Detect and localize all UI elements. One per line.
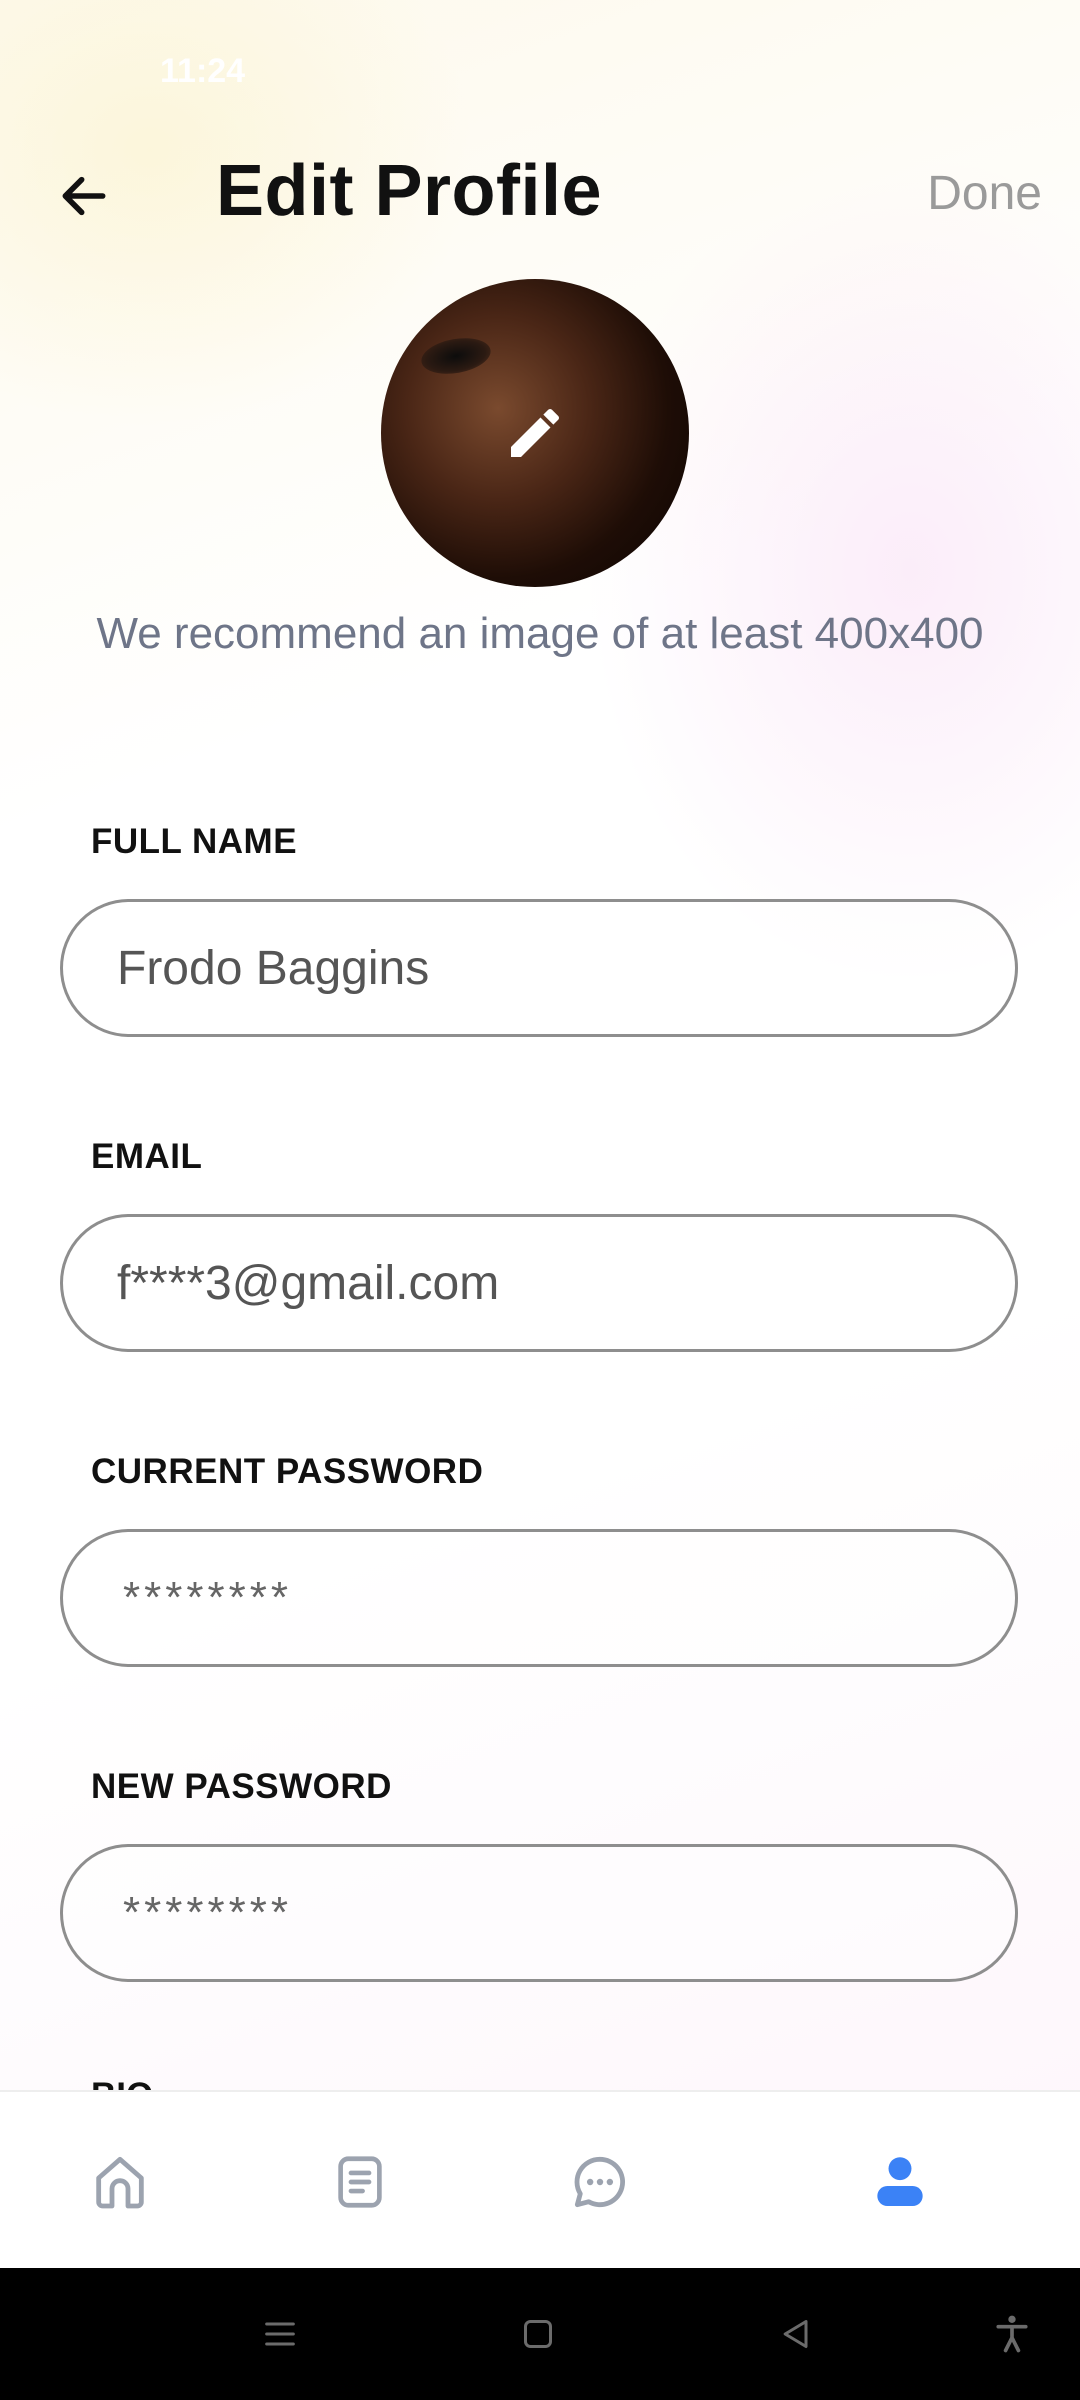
avatar[interactable] xyxy=(381,279,689,587)
bottom-nav xyxy=(0,2090,1080,2270)
home-icon xyxy=(96,2156,144,2209)
system-recents-button[interactable] xyxy=(252,2306,308,2362)
nav-home[interactable] xyxy=(80,2142,160,2222)
email-label: EMAIL xyxy=(91,1137,203,1176)
email-value: f****3@gmail.com xyxy=(117,1256,500,1310)
system-back-button[interactable] xyxy=(768,2306,824,2362)
document-icon xyxy=(338,2156,382,2208)
page-title: Edit Profile xyxy=(216,151,603,231)
back-button[interactable] xyxy=(48,160,120,232)
email-field[interactable]: f****3@gmail.com xyxy=(60,1214,1018,1352)
full-name-value: Frodo Baggins xyxy=(117,941,430,995)
nav-documents[interactable] xyxy=(320,2142,400,2222)
new-password-value: ******** xyxy=(123,1888,292,1937)
new-password-label: NEW PASSWORD xyxy=(91,1767,392,1806)
avatar-size-hint: We recommend an image of at least 400x40… xyxy=(96,609,984,658)
home-square-icon xyxy=(524,2320,552,2348)
arrow-left-icon xyxy=(62,176,106,216)
system-home-button[interactable] xyxy=(510,2306,566,2362)
current-password-value: ******** xyxy=(123,1573,292,1622)
profile-icon xyxy=(877,2157,923,2206)
menu-icon xyxy=(265,2322,295,2346)
status-bar: 11:24 xyxy=(0,0,1080,130)
full-name-label: FULL NAME xyxy=(91,822,298,861)
accessibility-icon xyxy=(996,2315,1028,2353)
nav-profile[interactable] xyxy=(860,2142,940,2222)
header: Edit Profile Done xyxy=(0,130,1080,260)
status-time: 11:24 xyxy=(160,52,246,90)
avatar-photo-detail xyxy=(418,333,494,379)
chat-icon xyxy=(574,2156,626,2208)
edit-profile-screen: 11:24 Edit Profile Done We recommend an … xyxy=(0,0,1080,2400)
system-nav-bar xyxy=(0,2268,1080,2400)
nav-chat[interactable] xyxy=(560,2142,640,2222)
system-accessibility-button[interactable] xyxy=(984,2306,1040,2362)
pencil-icon xyxy=(511,408,560,457)
full-name-field[interactable]: Frodo Baggins xyxy=(60,899,1018,1037)
new-password-field[interactable]: ******** xyxy=(60,1844,1018,1982)
current-password-field[interactable]: ******** xyxy=(60,1529,1018,1667)
done-button[interactable]: Done xyxy=(927,166,1042,221)
current-password-label: CURRENT PASSWORD xyxy=(91,1452,484,1491)
back-triangle-icon xyxy=(783,2320,808,2348)
